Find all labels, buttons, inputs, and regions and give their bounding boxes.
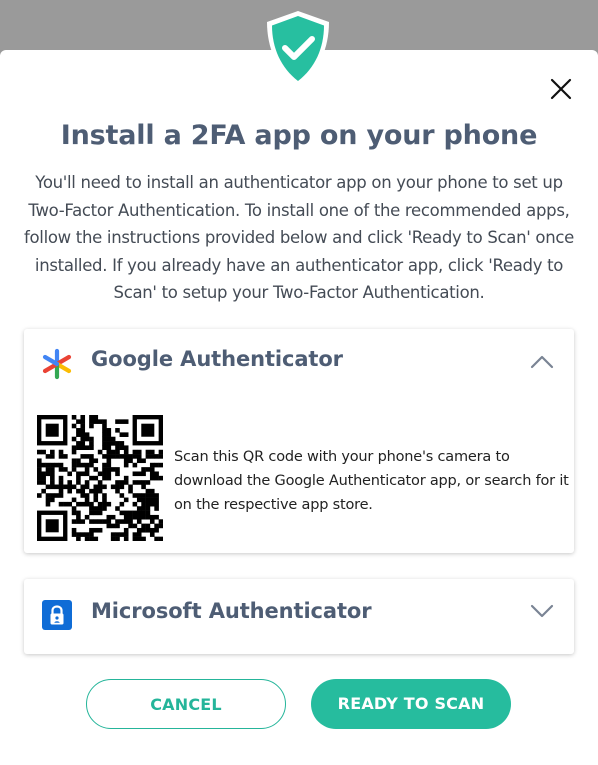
microsoft-authenticator-label: Microsoft Authenticator: [91, 599, 372, 623]
cancel-button[interactable]: CANCEL: [86, 679, 286, 729]
shield-check-icon: [267, 11, 329, 87]
chevron-down-icon[interactable]: [528, 597, 556, 625]
dialog-title: Install a 2FA app on your phone: [60, 120, 538, 151]
qr-code: [37, 415, 163, 541]
close-icon[interactable]: [546, 74, 576, 104]
microsoft-authenticator-header[interactable]: Microsoft Authenticator: [24, 579, 574, 643]
ready-to-scan-button[interactable]: READY TO SCAN: [311, 679, 511, 729]
qr-instructions: Scan this QR code with your phone's came…: [174, 449, 569, 513]
dialog-description: You'll need to install an authenticator …: [23, 173, 574, 302]
google-authenticator-card: Google Authenticator Scan this QR code w…: [24, 329, 574, 553]
chevron-up-icon[interactable]: [528, 348, 556, 376]
google-authenticator-header[interactable]: Google Authenticator: [24, 329, 574, 393]
google-authenticator-label: Google Authenticator: [91, 347, 343, 371]
microsoft-authenticator-icon: [42, 600, 72, 630]
microsoft-authenticator-card: Microsoft Authenticator: [24, 579, 574, 654]
google-authenticator-icon: [42, 348, 72, 380]
